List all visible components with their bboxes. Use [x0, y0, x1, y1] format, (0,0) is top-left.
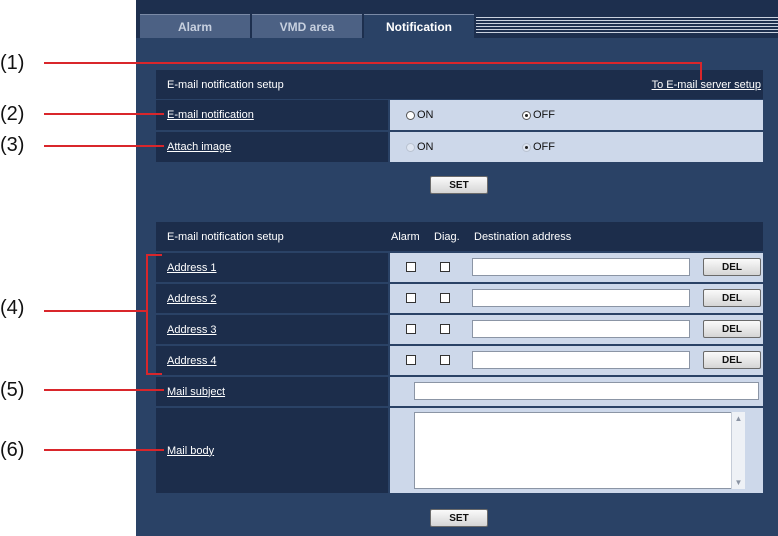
- set-button-bottom[interactable]: SET: [430, 509, 488, 527]
- address-2-value: DEL: [390, 284, 763, 313]
- mail-subject-label-cell: Mail subject: [156, 377, 388, 406]
- email-notification-on[interactable]: ON: [406, 109, 434, 121]
- address-2-alarm-checkbox[interactable]: [406, 293, 416, 303]
- mail-subject-value: [390, 377, 763, 406]
- set-button-top[interactable]: SET: [430, 176, 488, 194]
- address-3-alarm-checkbox[interactable]: [406, 324, 416, 334]
- mail-subject-input[interactable]: [414, 382, 759, 400]
- address-2-input[interactable]: [472, 289, 690, 307]
- address-1-alarm-checkbox[interactable]: [406, 262, 416, 272]
- setup-header: E-mail notification setup To E-mail serv…: [156, 70, 763, 99]
- tab-alarm[interactable]: Alarm: [140, 14, 250, 38]
- leader-bracket-4-top: [146, 254, 162, 256]
- email-notification-on-label: ON: [417, 109, 434, 121]
- radio-on-disabled-icon: [406, 142, 415, 152]
- col-diag: Diag.: [434, 230, 460, 243]
- address-3-diag-checkbox[interactable]: [440, 324, 450, 334]
- scroll-down-icon[interactable]: ▼: [734, 478, 743, 487]
- address-1-label-cell: Address 1: [156, 253, 388, 282]
- leader-line-4: [44, 310, 148, 312]
- col-destination: Destination address: [474, 230, 572, 243]
- leader-line-5: [44, 389, 164, 391]
- dest-header: E-mail notification setup Alarm Diag. De…: [156, 222, 763, 251]
- tab-vmd-area[interactable]: VMD area: [252, 14, 362, 38]
- leader-line-2: [44, 113, 164, 115]
- leader-line-6: [44, 449, 164, 451]
- setup-title: E-mail notification setup: [167, 78, 284, 91]
- address-4-del-button[interactable]: DEL: [703, 351, 761, 369]
- address-4-alarm-checkbox[interactable]: [406, 355, 416, 365]
- address-4-value: DEL: [390, 346, 763, 375]
- address-2-del-button[interactable]: DEL: [703, 289, 761, 307]
- address-3-del-button[interactable]: DEL: [703, 320, 761, 338]
- mail-body-label[interactable]: Mail body: [167, 445, 214, 457]
- leader-line-1-drop: [700, 62, 702, 80]
- address-1-value: DEL: [390, 253, 763, 282]
- email-notification-off-label: OFF: [533, 109, 555, 121]
- callout-6: (6): [0, 439, 25, 461]
- address-4-label-cell: Address 4: [156, 346, 388, 375]
- callout-5: (5): [0, 379, 25, 401]
- leader-bracket-4: [146, 254, 148, 375]
- callout-1: (1): [0, 52, 25, 74]
- address-1-input[interactable]: [472, 258, 690, 276]
- address-1-del-button[interactable]: DEL: [703, 258, 761, 276]
- tab-bar-stripes: [476, 15, 778, 35]
- scroll-up-icon[interactable]: ▲: [734, 414, 743, 423]
- radio-on-icon[interactable]: [406, 110, 415, 120]
- email-notification-value: ON OFF: [390, 100, 763, 130]
- mail-subject-label[interactable]: Mail subject: [167, 386, 225, 398]
- radio-off-disabled-icon: [522, 142, 531, 152]
- address-3-value: DEL: [390, 315, 763, 344]
- email-server-setup-link[interactable]: To E-mail server setup: [652, 79, 761, 91]
- tab-bar: Alarm VMD area Notification: [136, 0, 778, 38]
- address-3-label-cell: Address 3: [156, 315, 388, 344]
- attach-image-label[interactable]: Attach image: [167, 141, 231, 153]
- email-notification-label[interactable]: E-mail notification: [167, 109, 254, 121]
- attach-image-on: ON: [406, 141, 434, 153]
- address-2-label-cell: Address 2: [156, 284, 388, 313]
- leader-line-1: [44, 62, 702, 64]
- mail-body-value: ▲ ▼: [390, 408, 763, 493]
- address-2-label[interactable]: Address 2: [167, 293, 217, 305]
- mail-body-label-cell: Mail body: [156, 408, 388, 493]
- address-1-diag-checkbox[interactable]: [440, 262, 450, 272]
- dest-title: E-mail notification setup: [167, 230, 284, 243]
- callout-2: (2): [0, 103, 25, 125]
- address-4-diag-checkbox[interactable]: [440, 355, 450, 365]
- callout-3: (3): [0, 134, 25, 156]
- email-notification-label-cell: E-mail notification: [156, 100, 388, 130]
- radio-off-icon[interactable]: [522, 110, 531, 120]
- tab-notification[interactable]: Notification: [364, 14, 474, 38]
- mail-body-scrollbar[interactable]: ▲ ▼: [731, 412, 745, 489]
- attach-image-on-label: ON: [417, 141, 434, 153]
- leader-line-3: [44, 145, 164, 147]
- address-3-label[interactable]: Address 3: [167, 324, 217, 336]
- col-alarm: Alarm: [391, 230, 420, 243]
- callout-4: (4): [0, 297, 25, 319]
- attach-image-value: ON OFF: [390, 132, 763, 162]
- address-4-input[interactable]: [472, 351, 690, 369]
- attach-image-label-cell: Attach image: [156, 132, 388, 162]
- mail-body-textarea[interactable]: [414, 412, 745, 489]
- leader-bracket-4-bottom: [146, 373, 162, 375]
- address-4-label[interactable]: Address 4: [167, 355, 217, 367]
- address-1-label[interactable]: Address 1: [167, 262, 217, 274]
- address-3-input[interactable]: [472, 320, 690, 338]
- attach-image-off: OFF: [522, 141, 555, 153]
- settings-panel: Alarm VMD area Notification E-mail notif…: [136, 0, 778, 536]
- attach-image-off-label: OFF: [533, 141, 555, 153]
- address-2-diag-checkbox[interactable]: [440, 293, 450, 303]
- email-notification-off[interactable]: OFF: [522, 109, 555, 121]
